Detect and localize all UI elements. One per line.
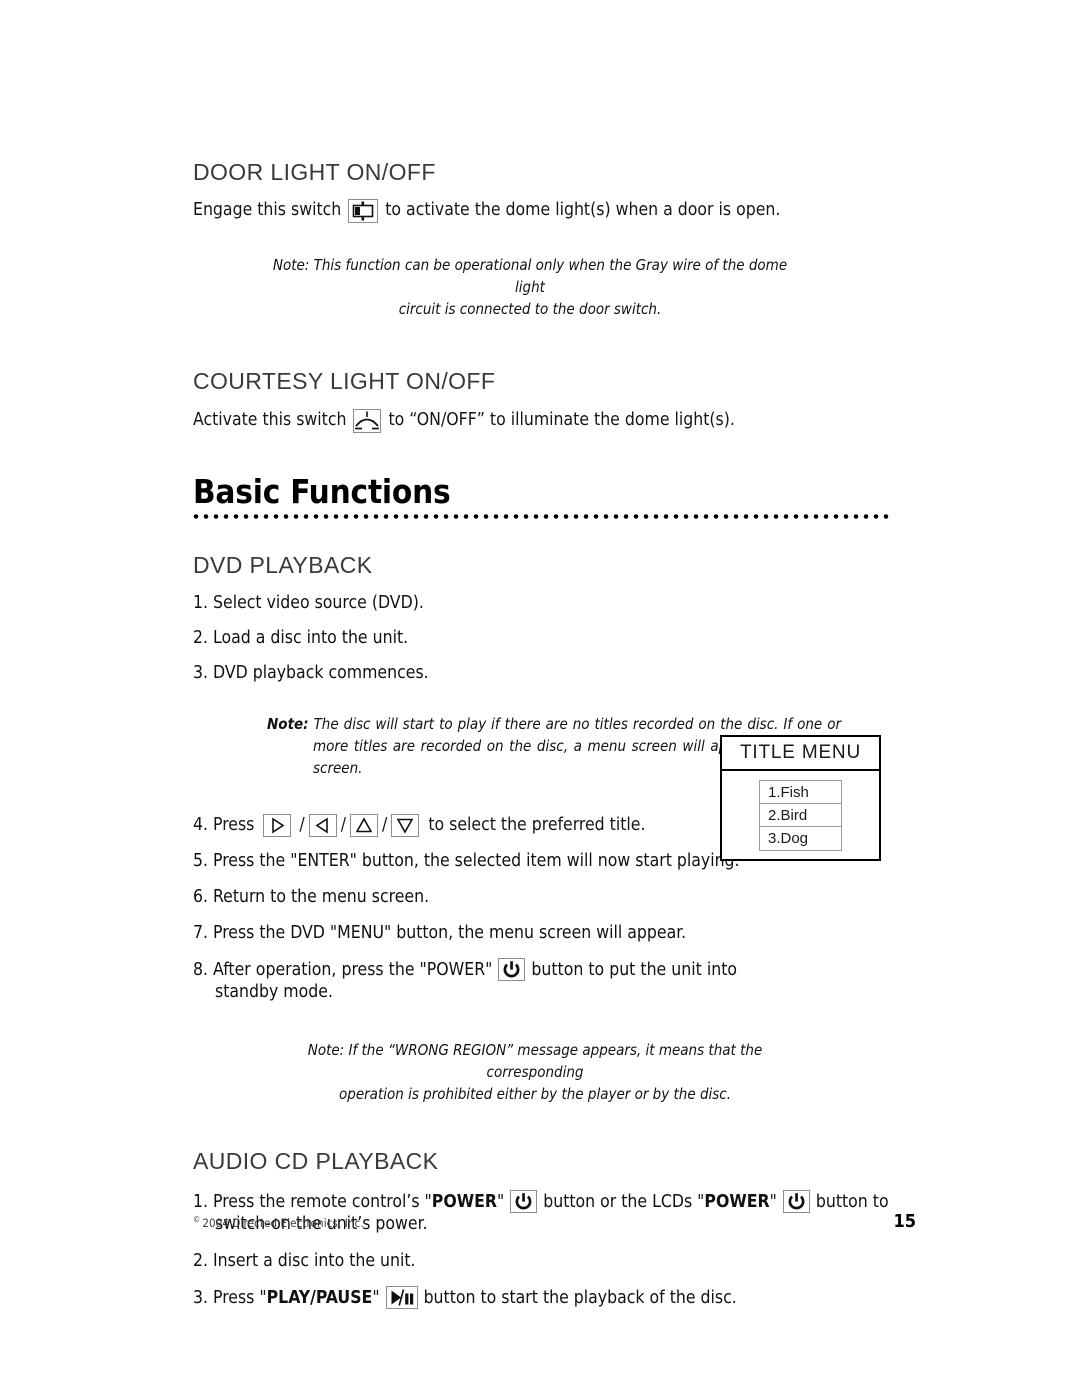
- dvd-step-4-sep-2: /: [340, 814, 347, 835]
- door-light-note-line2: circuit is connected to the door switch.: [398, 299, 662, 318]
- dvd-step-2: 2. Load a disc into the unit.: [193, 627, 409, 648]
- dvd-note-label: Note:: [267, 715, 309, 734]
- play-pause-icon: [385, 1285, 418, 1309]
- dvd-step-4-sep-1: /: [299, 814, 305, 835]
- dvd-step-8-before: 8. After operation, press the "POWER": [193, 959, 493, 980]
- title-menu-header: TITLE MENU: [722, 737, 879, 771]
- door-light-note-line1: Note: This function can be operational o…: [272, 256, 788, 297]
- page-footer: © 2004 Directed Electronics, Inc. 15: [193, 1211, 916, 1232]
- chapter-dotted-rule: [193, 512, 889, 520]
- title-menu-item: 3.Dog: [768, 830, 809, 847]
- audio-step-3-label: PLAY/PAUSE: [266, 1287, 373, 1308]
- arrow-left-icon: [308, 813, 337, 837]
- courtesy-light-text-after: to “ON/OFF” to illuminate the dome light…: [388, 410, 735, 431]
- courtesy-light-text-before: Activate this switch: [193, 410, 347, 431]
- audio-step-1-b: ": [496, 1191, 505, 1212]
- audio-step-1-c: button or the LCDs ": [543, 1191, 705, 1212]
- arrow-down-icon: [391, 813, 420, 837]
- dvd-step-1: 1. Select video source (DVD).: [193, 593, 424, 614]
- audio-step-3-b: ": [372, 1287, 380, 1308]
- dvd-note2-line2: operation is prohibited either by the pl…: [339, 1084, 731, 1103]
- audio-step-2: 2. Insert a disc into the unit.: [193, 1251, 416, 1272]
- chapter-title: Basic Functions: [193, 471, 451, 511]
- dvd-step-3: 3. DVD playback commences.: [193, 662, 429, 683]
- dvd-step-8: 8. After operation, press the "POWER" bu…: [193, 957, 737, 1005]
- audio-step-1-power-label-2: POWER: [704, 1191, 770, 1212]
- dvd-step-4-sep-3: /: [382, 814, 388, 835]
- arrow-up-icon: [350, 813, 379, 837]
- power-icon: [510, 1189, 538, 1213]
- dvd-step-7: 7. Press the DVD "MENU" button, the menu…: [193, 922, 687, 943]
- dvd-step-6: 6. Return to the menu screen.: [193, 887, 430, 908]
- dvd-step-4-label: 4. Press: [193, 814, 255, 835]
- section-heading-dvd-playback: DVD PLAYBACK: [193, 551, 373, 578]
- audio-step-1-a: 1. Press the remote control’s ": [193, 1191, 432, 1212]
- door-light-text-after: to activate the dome light(s) when a doo…: [385, 200, 781, 221]
- power-icon: [498, 957, 526, 981]
- section-heading-audio-cd-playback: AUDIO CD PLAYBACK: [193, 1148, 439, 1175]
- door-light-note: Note: This function can be operational o…: [265, 255, 795, 320]
- copyright-notice: © 2004 Directed Electronics, Inc.: [193, 1215, 364, 1230]
- title-menu-list: 1.Fish 2.Bird 3.Dog: [759, 780, 842, 851]
- courtesy-dome-light-icon: [353, 408, 382, 433]
- title-menu-illustration: TITLE MENU 1.Fish 2.Bird 3.Dog: [720, 735, 881, 861]
- section-heading-door-light: DOOR LIGHT ON/OFF: [193, 159, 436, 185]
- power-icon: [782, 1189, 810, 1213]
- door-light-text-before: Engage this switch: [193, 200, 342, 221]
- dvd-note-wrong-region: Note: If the “WRONG REGION” message appe…: [265, 1040, 805, 1105]
- copyright-text: 2004 Directed Electronics, Inc.: [202, 1216, 364, 1230]
- chapter-block: Basic Functions: [193, 475, 889, 520]
- courtesy-light-body: Activate this switch to “ON/OFF” to illu…: [193, 408, 889, 433]
- page-number: 15: [893, 1211, 916, 1232]
- audio-step-3-c: button to start the playback of the disc…: [423, 1287, 737, 1308]
- title-menu-item: 2.Bird: [760, 804, 841, 827]
- audio-step-1-power-label-1: POWER: [431, 1191, 497, 1212]
- audio-step-1-d: ": [769, 1191, 777, 1212]
- audio-step-3: 3. Press "PLAY/PAUSE" button to start th…: [193, 1285, 889, 1310]
- title-menu-item: 1.Fish: [760, 781, 841, 804]
- section-heading-courtesy-light: COURTESY LIGHT ON/OFF: [193, 367, 496, 394]
- dvd-step-4-tail: to select the preferred title.: [428, 814, 646, 835]
- dvd-note2-line1: Note: If the “WRONG REGION” message appe…: [307, 1041, 763, 1081]
- door-light-switch-icon: [348, 199, 379, 224]
- copyright-symbol: ©: [193, 1215, 201, 1225]
- audio-step-3-a: 3. Press ": [193, 1287, 267, 1308]
- arrow-right-icon: [263, 813, 292, 837]
- manual-page: DOOR LIGHT ON/OFF Engage this switch to …: [0, 0, 1080, 1397]
- door-light-body: Engage this switch to activate the dome …: [193, 199, 889, 224]
